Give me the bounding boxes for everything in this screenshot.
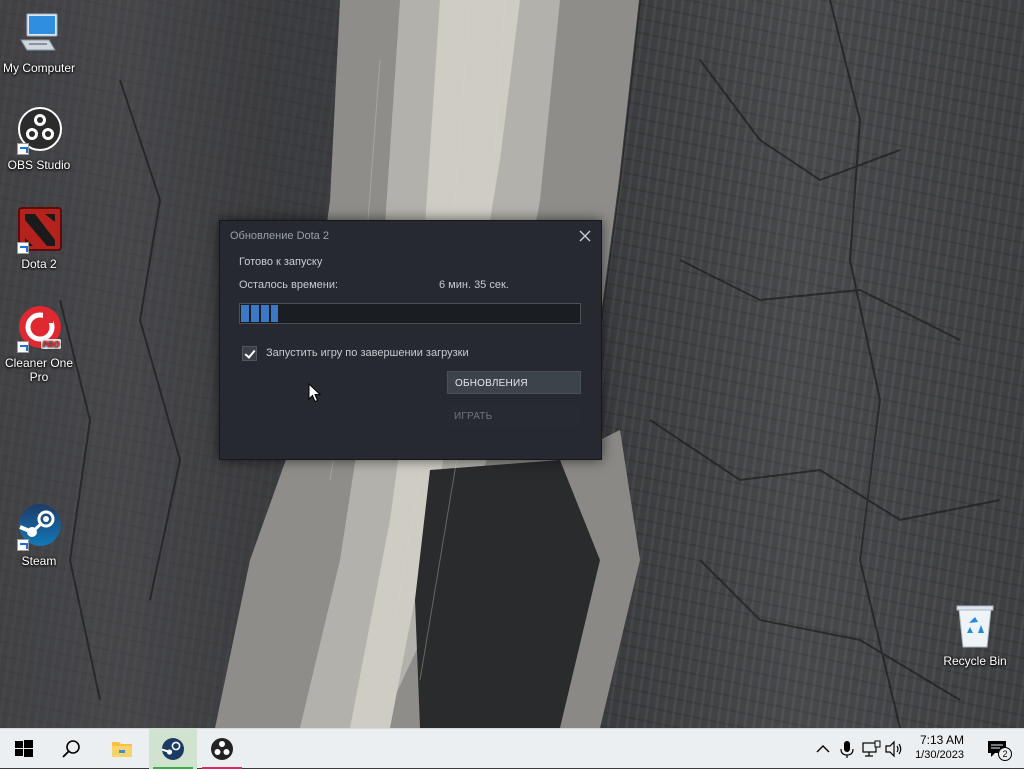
taskbar: 7:13 AM 1/30/2023 2 — [0, 728, 1024, 769]
obs-icon — [15, 107, 63, 155]
desktop-icon-my-computer[interactable]: My Computer — [1, 10, 77, 75]
shortcut-arrow-icon — [17, 539, 29, 551]
desktop-icon-label: Steam — [21, 554, 57, 568]
taskbar-steam-button[interactable] — [149, 729, 197, 769]
clock-time: 7:13 AM — [919, 733, 964, 747]
network-icon[interactable] — [861, 739, 881, 759]
system-clock[interactable]: 7:13 AM 1/30/2023 — [915, 733, 964, 763]
time-remaining-label: Осталось времени: — [239, 279, 339, 291]
desktop-icon-label: Cleaner One Pro — [4, 356, 74, 384]
desktop-icon-cleaner-one-pro[interactable]: PRO Cleaner One Pro — [1, 305, 77, 384]
dota2-update-dialog: Обновление Dota 2 Готово к запуску Остал… — [219, 220, 602, 460]
dialog-title: Обновление Dota 2 — [230, 230, 329, 242]
computer-icon — [15, 10, 63, 58]
time-remaining-value: 6 мин. 35 сек. — [439, 279, 509, 291]
mouse-cursor-icon — [308, 383, 322, 403]
desktop-icon-label: My Computer — [2, 61, 76, 75]
pro-badge: PRO — [42, 340, 60, 349]
desktop-icon-dota-2[interactable]: Dota 2 — [1, 206, 77, 271]
desktop-icon-label: Dota 2 — [21, 257, 57, 271]
file-explorer-button[interactable] — [98, 729, 146, 769]
file-explorer-icon — [112, 742, 132, 757]
close-icon — [579, 230, 591, 242]
taskbar-obs-button[interactable] — [198, 729, 246, 769]
desktop-icon-steam[interactable]: Steam — [1, 503, 77, 568]
steam-icon — [15, 503, 63, 551]
volume-icon[interactable] — [884, 739, 904, 759]
clock-date: 1/30/2023 — [915, 749, 964, 761]
search-icon — [62, 740, 80, 758]
dota2-icon — [15, 206, 63, 254]
chevron-up-icon[interactable] — [813, 739, 833, 759]
close-button[interactable] — [575, 226, 595, 246]
desktop-icon-label: Recycle Bin — [943, 654, 1007, 668]
play-button[interactable]: ИГРАТЬ — [447, 405, 581, 428]
steam-icon — [161, 738, 184, 760]
shortcut-arrow-icon — [17, 341, 29, 353]
shortcut-arrow-icon — [17, 143, 29, 155]
obs-icon — [211, 738, 233, 760]
progress-fill — [241, 305, 279, 322]
desktop-icon-obs-studio[interactable]: OBS Studio — [1, 107, 77, 172]
desktop-icon-recycle-bin[interactable]: Recycle Bin — [937, 603, 1013, 668]
launch-after-download-checkbox[interactable] — [242, 346, 257, 361]
shortcut-arrow-icon — [17, 242, 29, 254]
download-progress-bar — [239, 303, 581, 324]
notification-count-badge: 2 — [998, 747, 1012, 761]
microphone-icon[interactable] — [837, 739, 857, 759]
windows-start-icon — [15, 740, 33, 757]
updates-button[interactable]: ОБНОВЛЕНИЯ — [447, 371, 581, 394]
desktop-icon-label: OBS Studio — [7, 158, 71, 172]
launch-after-download-label[interactable]: Запустить игру по завершении загрузки — [266, 347, 469, 359]
start-button[interactable] — [0, 729, 48, 769]
search-button[interactable] — [48, 729, 96, 769]
recycle-bin-icon — [951, 603, 999, 651]
cleaner-one-pro-icon: PRO — [15, 305, 63, 353]
status-text: Готово к запуску — [239, 256, 323, 268]
